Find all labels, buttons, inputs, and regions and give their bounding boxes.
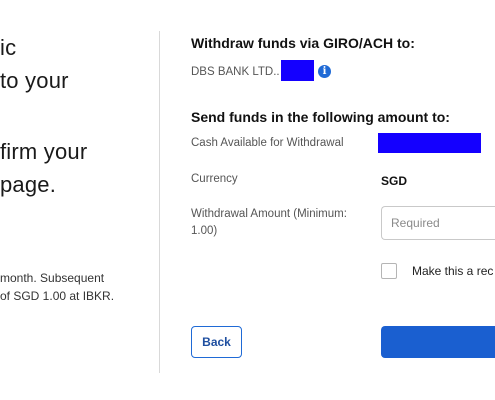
withdrawal-amount-label-line-2: 1.00) bbox=[191, 225, 218, 237]
send-funds-heading: Send funds in the following amount to: bbox=[191, 109, 450, 125]
back-button[interactable]: Back bbox=[191, 326, 242, 358]
left-heading-line-2: to your bbox=[0, 68, 69, 93]
left-note-line-1: month. Subsequent bbox=[0, 271, 105, 285]
withdrawal-amount-input[interactable] bbox=[381, 206, 495, 240]
info-icon[interactable]: i bbox=[318, 65, 331, 78]
withdraw-heading: Withdraw funds via GIRO/ACH to: bbox=[191, 35, 415, 51]
bank-account-redaction bbox=[281, 60, 314, 81]
panel-divider bbox=[159, 31, 160, 373]
recurring-label[interactable]: Make this a rec bbox=[412, 264, 493, 278]
bank-name: DBS BANK LTD.. bbox=[191, 66, 280, 78]
left-heading-line-1: ic bbox=[0, 35, 17, 60]
left-heading-line-4: page. bbox=[0, 172, 57, 197]
cash-available-label: Cash Available for Withdrawal bbox=[191, 137, 344, 149]
left-heading-line-3: firm your bbox=[0, 139, 88, 164]
recurring-checkbox[interactable] bbox=[381, 263, 397, 279]
cash-available-redaction bbox=[378, 133, 481, 153]
left-note-line-2: of SGD 1.00 at IBKR. bbox=[0, 289, 115, 303]
withdrawal-amount-label-line-1: Withdrawal Amount (Minimum: bbox=[191, 208, 347, 220]
continue-button[interactable] bbox=[381, 326, 495, 358]
currency-value: SGD bbox=[381, 174, 408, 188]
currency-label: Currency bbox=[191, 173, 238, 185]
